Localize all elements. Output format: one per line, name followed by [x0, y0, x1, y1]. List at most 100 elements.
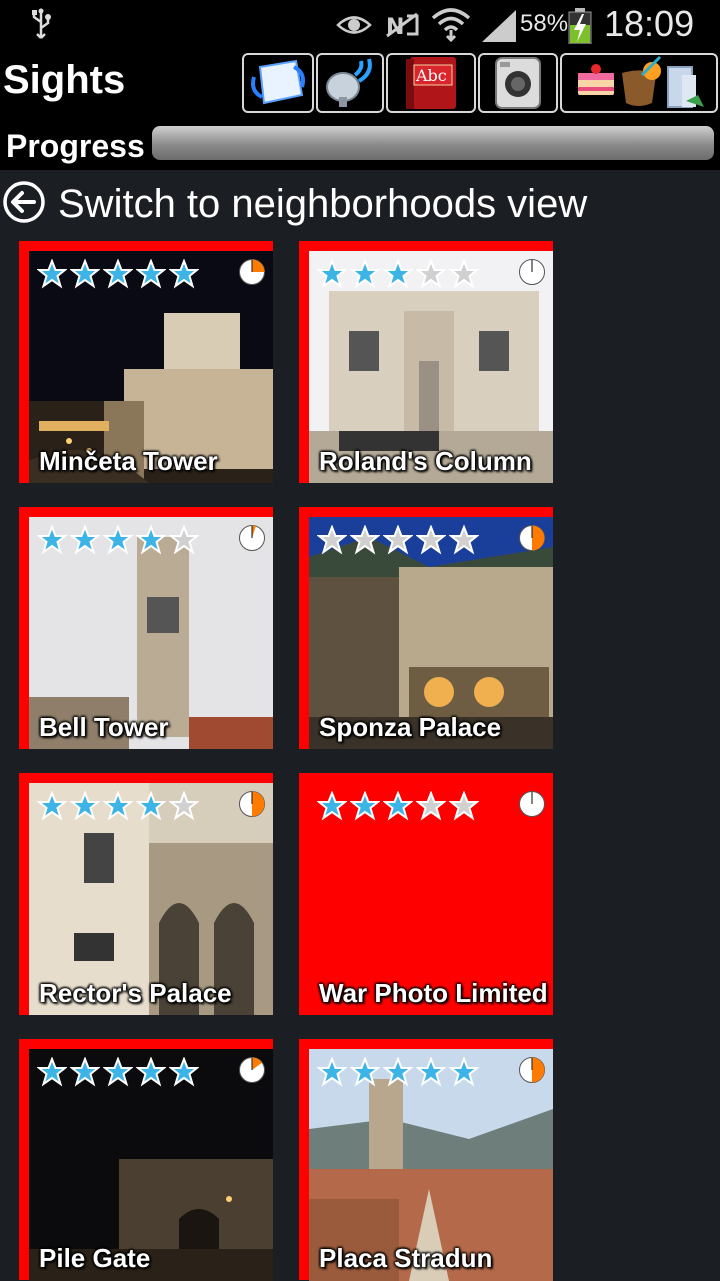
star-empty-icon [169, 525, 199, 555]
visit-time-clock-icon [519, 525, 545, 551]
star-filled-icon [449, 1057, 479, 1087]
star-filled-icon [169, 259, 199, 289]
page-title: Sights [3, 58, 126, 102]
star-filled-icon [37, 791, 67, 821]
switch-view-label: Switch to neighborhoods view [58, 182, 588, 226]
rating-stars [37, 791, 199, 821]
star-filled-icon [350, 259, 380, 289]
rating-stars [37, 259, 199, 289]
visit-time-clock-icon [519, 259, 545, 285]
rating-stars [317, 1057, 479, 1087]
star-filled-icon [350, 791, 380, 821]
sight-tile-bell-tower[interactable]: Bell Tower [19, 507, 273, 749]
battery-charging-icon [568, 8, 592, 44]
star-empty-icon [449, 791, 479, 821]
visit-time-clock-icon [239, 525, 265, 551]
battery-percent: 58% [520, 10, 569, 37]
star-empty-icon [383, 525, 413, 555]
rating-stars [317, 791, 479, 821]
title-bar: Sights Abc [0, 50, 720, 120]
star-empty-icon [169, 791, 199, 821]
visit-time-clock-icon [519, 1057, 545, 1083]
camera-icon [495, 57, 541, 109]
audio-guide-button[interactable] [316, 53, 384, 113]
progress-bar [152, 126, 714, 160]
star-empty-icon [449, 525, 479, 555]
sight-tile-minceta-tower[interactable]: Minčeta Tower [19, 241, 273, 483]
star-filled-icon [103, 791, 133, 821]
sight-tile-rectors-palace[interactable]: Rector's Palace [19, 773, 273, 1015]
switch-view-row[interactable]: Switch to neighborhoods view [0, 170, 720, 236]
star-filled-icon [70, 259, 100, 289]
star-empty-icon [350, 525, 380, 555]
sight-name: Rector's Palace [39, 978, 232, 1008]
sight-name: Pile Gate [39, 1243, 151, 1273]
star-filled-icon [350, 1057, 380, 1087]
star-empty-icon [416, 259, 446, 289]
star-empty-icon [416, 791, 446, 821]
sight-tile-pile-gate[interactable]: Pile Gate [19, 1039, 273, 1281]
visit-time-clock-icon [239, 1057, 265, 1083]
star-empty-icon [416, 525, 446, 555]
visit-time-clock-icon [239, 791, 265, 817]
star-filled-icon [103, 1057, 133, 1087]
star-filled-icon [136, 791, 166, 821]
sight-name: Bell Tower [39, 712, 169, 742]
svg-text:Abc: Abc [415, 66, 447, 85]
back-arrow-icon [3, 181, 45, 223]
sight-tile-placa-stradun[interactable]: Placa Stradun [299, 1039, 553, 1281]
sight-name: Roland's Column [319, 446, 532, 476]
map-icon [251, 59, 305, 105]
star-filled-icon [317, 259, 347, 289]
sight-name: Placa Stradun [319, 1243, 493, 1273]
sight-name: Minčeta Tower [39, 446, 218, 476]
wifi-icon [431, 8, 471, 42]
star-filled-icon [37, 259, 67, 289]
star-filled-icon [70, 525, 100, 555]
sight-name: War Photo Limited [319, 978, 548, 1008]
star-filled-icon [70, 1057, 100, 1087]
clock-time: 18:09 [604, 3, 695, 44]
star-filled-icon [37, 525, 67, 555]
star-empty-icon [449, 259, 479, 289]
satellite-dish-icon [326, 58, 372, 107]
star-filled-icon [136, 525, 166, 555]
star-filled-icon [70, 791, 100, 821]
star-filled-icon [136, 1057, 166, 1087]
star-filled-icon [317, 791, 347, 821]
star-filled-icon [383, 259, 413, 289]
star-filled-icon [383, 791, 413, 821]
food-drink-icon [578, 55, 704, 108]
sight-tile-war-photo-limited[interactable]: War Photo Limited [299, 773, 553, 1015]
rating-stars [317, 525, 479, 555]
food-drink-button[interactable] [560, 53, 718, 113]
phrasebook-button[interactable]: Abc [386, 53, 476, 113]
camera-button[interactable] [478, 53, 558, 113]
visit-time-clock-icon [239, 259, 265, 285]
star-filled-icon [136, 259, 166, 289]
progress-row: Progress [0, 120, 720, 170]
sight-tile-sponza-palace[interactable]: Sponza Palace [299, 507, 553, 749]
rating-stars [37, 525, 199, 555]
visit-time-clock-icon [519, 791, 545, 817]
signal-icon [482, 10, 516, 42]
star-empty-icon [317, 525, 347, 555]
map-button[interactable] [242, 53, 314, 113]
rating-stars [317, 259, 479, 289]
rating-stars [37, 1057, 199, 1087]
sight-name: Sponza Palace [319, 712, 502, 742]
star-filled-icon [317, 1057, 347, 1087]
star-filled-icon [169, 1057, 199, 1087]
progress-label: Progress [6, 128, 145, 164]
star-filled-icon [383, 1057, 413, 1087]
star-filled-icon [416, 1057, 446, 1087]
sight-tile-rolands-column[interactable]: Roland's Column [299, 241, 553, 483]
nfc-icon: N [386, 12, 419, 40]
star-filled-icon [103, 259, 133, 289]
status-bar: N 58% 18:09 [0, 0, 720, 50]
star-filled-icon [103, 525, 133, 555]
usb-icon [32, 8, 51, 39]
book-icon: Abc [406, 57, 456, 109]
eye-icon [336, 16, 372, 34]
star-filled-icon [37, 1057, 67, 1087]
